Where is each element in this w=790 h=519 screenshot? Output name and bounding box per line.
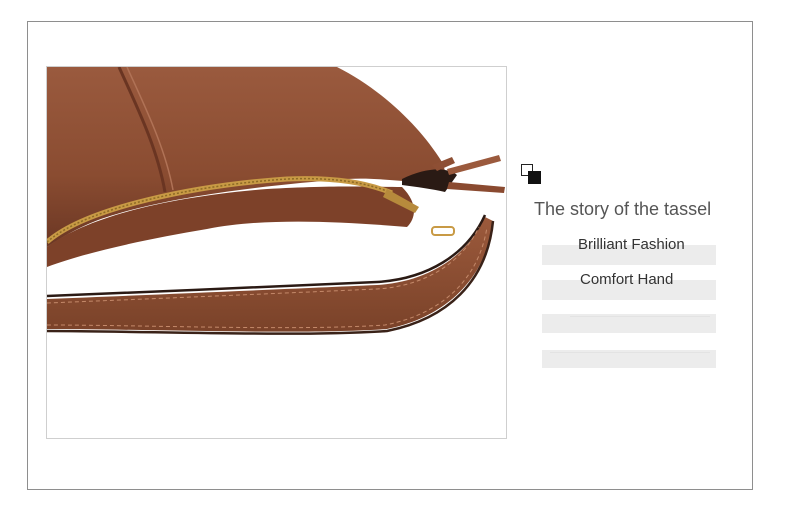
feature-bar-4-line (550, 352, 710, 353)
feature-label-1: Brilliant Fashion (578, 236, 685, 253)
section-heading: The story of the tassel (534, 199, 712, 219)
feature-label-2: Comfort Hand (580, 271, 674, 288)
square-filled (528, 171, 541, 184)
handbag-image (47, 67, 505, 335)
strap-buckle (431, 226, 455, 236)
tassel-3 (447, 182, 505, 193)
product-photo (46, 66, 507, 439)
overlapping-squares-icon (521, 164, 543, 186)
tassel-2 (447, 155, 501, 175)
feature-bar-3-line (570, 316, 710, 317)
